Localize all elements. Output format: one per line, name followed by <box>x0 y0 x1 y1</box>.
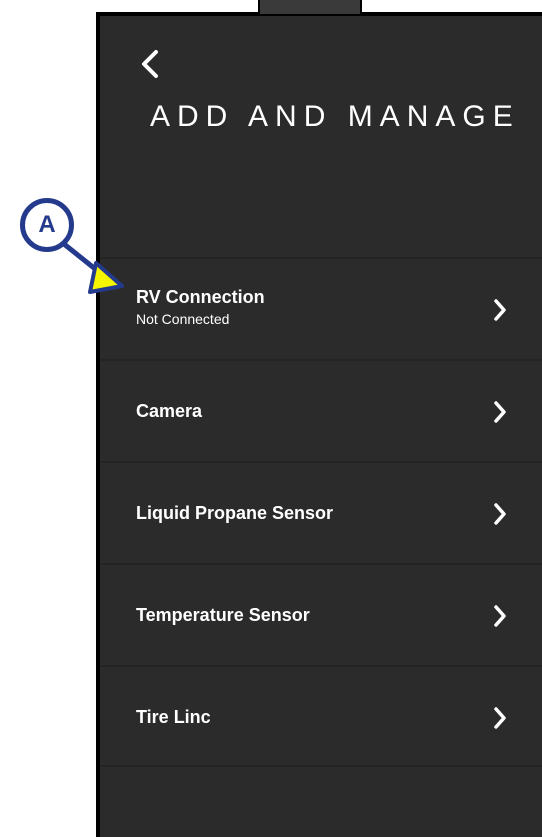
app-screen: ADD AND MANAGE RV Connection Not Connect… <box>96 12 542 837</box>
menu-item-rv-connection[interactable]: RV Connection Not Connected <box>100 257 542 359</box>
menu-item-liquid-propane-sensor[interactable]: Liquid Propane Sensor <box>100 461 542 563</box>
chevron-right-icon <box>494 605 506 627</box>
annotation-label: A <box>38 211 56 238</box>
chevron-right-icon <box>494 503 506 525</box>
menu-item-label: Temperature Sensor <box>136 605 310 625</box>
menu-item-status: Not Connected <box>136 311 230 327</box>
menu-item-temperature-sensor[interactable]: Temperature Sensor <box>100 563 542 665</box>
page-title: ADD AND MANAGE <box>150 100 520 133</box>
menu-item-label: RV Connection <box>136 287 265 307</box>
menu-item-label: Tire Linc <box>136 707 211 727</box>
back-button[interactable] <box>136 46 164 82</box>
menu-item-tire-linc[interactable]: Tire Linc <box>100 665 542 767</box>
settings-menu: RV Connection Not Connected Camera Liqui… <box>100 257 542 767</box>
chevron-left-icon <box>142 50 158 78</box>
chevron-right-icon <box>494 707 506 729</box>
chevron-right-icon <box>494 299 506 321</box>
annotation-callout-a: A <box>20 198 74 252</box>
menu-item-label: Liquid Propane Sensor <box>136 503 334 523</box>
device-top-tab <box>258 0 362 16</box>
menu-item-camera[interactable]: Camera <box>100 359 542 461</box>
menu-item-label: Camera <box>136 401 203 421</box>
chevron-right-icon <box>494 401 506 423</box>
